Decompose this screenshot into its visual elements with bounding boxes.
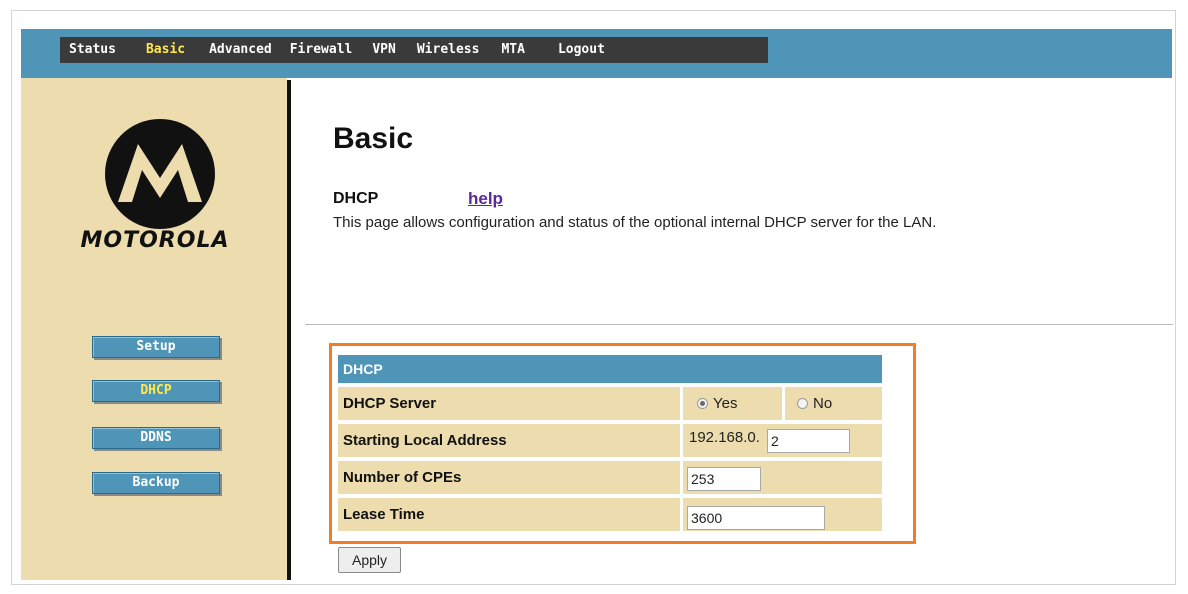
nav-advanced[interactable]: Advanced — [209, 37, 272, 63]
sidebar-item-ddns[interactable]: DDNS — [92, 427, 220, 449]
start-address-prefix: 192.168.0. — [689, 429, 760, 446]
nav-wireless[interactable]: Wireless — [417, 37, 480, 63]
dhcp-table-header: DHCP — [338, 355, 882, 383]
sidebar-item-backup[interactable]: Backup — [92, 472, 220, 494]
main-nav: Status Basic Advanced Firewall VPN Wirel… — [60, 37, 768, 63]
divider — [305, 324, 1173, 325]
nav-mta[interactable]: MTA — [501, 37, 524, 63]
page-title: Basic — [333, 122, 414, 155]
dhcp-server-yes-radio[interactable]: Yes — [683, 387, 782, 420]
lease-time-input[interactable]: 3600 — [687, 506, 825, 530]
help-link[interactable]: help — [468, 189, 503, 209]
yes-label: Yes — [713, 395, 738, 412]
dhcp-server-no-radio[interactable]: No — [785, 387, 882, 420]
dhcp-server-label: DHCP Server — [338, 387, 680, 420]
nav-vpn[interactable]: VPN — [372, 37, 395, 63]
nav-basic[interactable]: Basic — [146, 37, 185, 63]
motorola-logo-icon — [105, 119, 215, 229]
radio-unselected-icon — [797, 398, 808, 409]
logo-wordmark: MOTOROLA — [80, 228, 230, 253]
lease-time-label: Lease Time — [338, 498, 680, 531]
sidebar-divider — [287, 80, 291, 580]
cpes-input[interactable]: 253 — [687, 467, 761, 491]
nav-status[interactable]: Status — [69, 37, 116, 63]
sidebar-item-dhcp[interactable]: DHCP — [92, 380, 220, 402]
radio-selected-icon — [697, 398, 708, 409]
nav-firewall[interactable]: Firewall — [290, 37, 353, 63]
page-description: This page allows configuration and statu… — [333, 214, 937, 231]
start-address-input[interactable]: 2 — [767, 429, 850, 453]
no-label: No — [813, 395, 833, 412]
cpes-label: Number of CPEs — [338, 461, 680, 494]
sidebar-item-setup[interactable]: Setup — [92, 336, 220, 358]
section-title: DHCP — [333, 190, 379, 207]
start-address-label: Starting Local Address — [338, 424, 680, 457]
nav-logout[interactable]: Logout — [558, 37, 605, 63]
apply-button[interactable]: Apply — [338, 547, 401, 573]
